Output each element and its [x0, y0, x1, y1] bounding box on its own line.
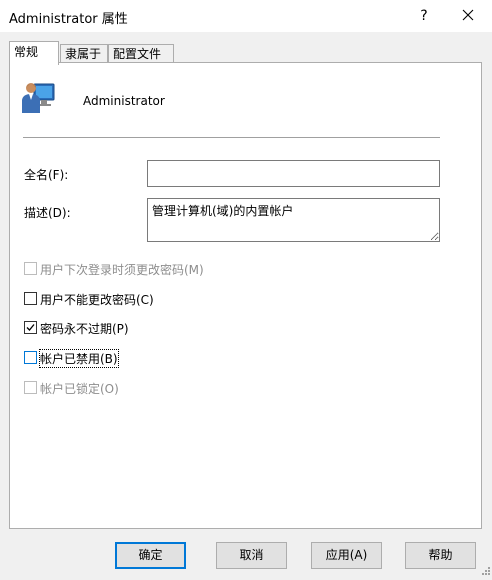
checkbox-box — [24, 262, 37, 275]
checkbox-box — [24, 351, 37, 364]
resize-grip-icon[interactable] — [480, 564, 490, 578]
checkbox-label: 用户不能更改密码(C) — [40, 293, 154, 307]
user-account-icon — [22, 78, 56, 117]
help-button[interactable]: 帮助 — [405, 542, 476, 569]
cancel-button[interactable]: 取消 — [216, 542, 287, 569]
checkbox-box — [24, 292, 37, 305]
checkbox-label: 帐户已禁用(B) — [39, 349, 119, 368]
checkbox-label: 帐户已锁定(O) — [40, 382, 119, 396]
apply-button[interactable]: 应用(A) — [311, 542, 382, 569]
tab-profile[interactable]: 配置文件 — [108, 44, 174, 64]
checkmark-icon — [26, 324, 35, 331]
description-field[interactable]: 管理计算机(域)的内置帐户 — [147, 198, 440, 242]
checkbox-box — [24, 321, 37, 334]
close-icon[interactable] — [456, 6, 480, 26]
ok-button[interactable]: 确定 — [115, 542, 186, 569]
checkbox-label: 密码永不过期(P) — [40, 322, 129, 336]
description-label: 描述(D): — [24, 206, 71, 220]
title-bar: Administrator 属性 ? — [0, 0, 492, 32]
checkbox-box — [24, 381, 37, 394]
help-title-button[interactable]: ? — [412, 6, 436, 26]
tab-member-of[interactable]: 隶属于 — [60, 44, 108, 64]
window-title: Administrator 属性 — [9, 12, 128, 27]
checkbox-label: 用户下次登录时须更改密码(M) — [40, 263, 204, 277]
tab-general[interactable]: 常规 — [9, 41, 59, 65]
fullname-label: 全名(F): — [24, 168, 69, 182]
user-name: Administrator — [83, 94, 165, 108]
fullname-field[interactable] — [147, 160, 440, 187]
divider — [23, 137, 440, 138]
